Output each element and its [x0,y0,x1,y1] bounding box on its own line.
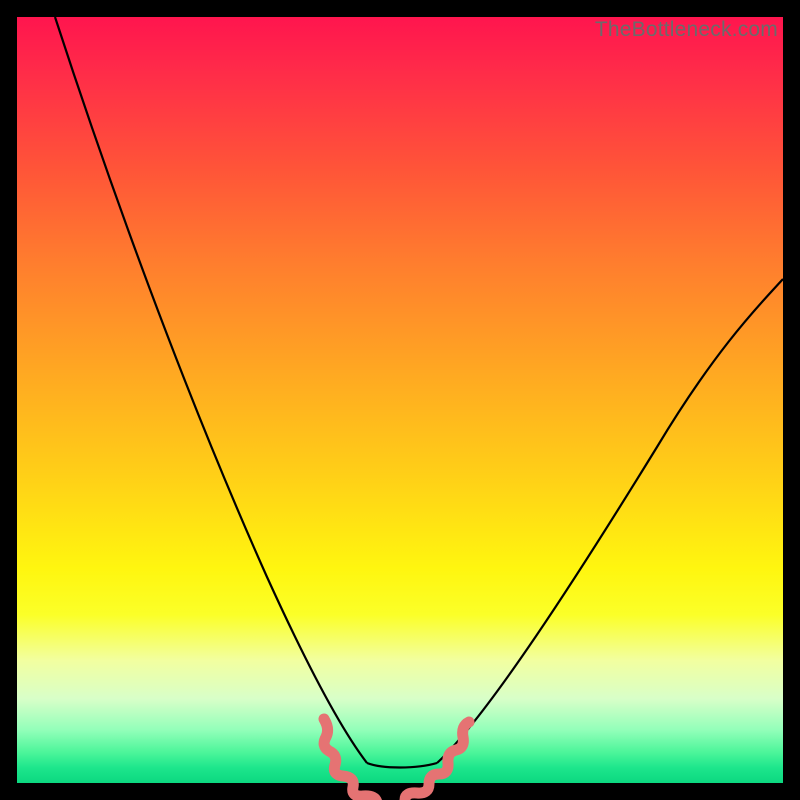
valley-floor [367,763,437,768]
outer-frame: TheBottleneck.com [0,0,800,800]
curves-svg [17,17,783,783]
right-curve [437,279,783,763]
left-curve [55,17,367,763]
watermark-text: TheBottleneck.com [595,18,778,42]
